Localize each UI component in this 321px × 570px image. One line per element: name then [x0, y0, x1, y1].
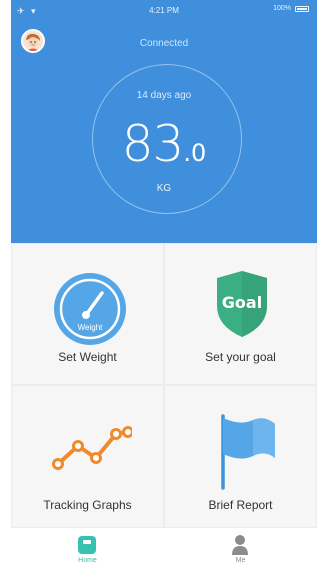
weight-header: ✈ ▾ 4:21 PM 100% Connected 14 days ago 8…	[11, 0, 317, 243]
tab-home[interactable]: Home	[11, 528, 164, 570]
battery-icon	[295, 5, 309, 12]
brief-report-label: Brief Report	[208, 498, 273, 512]
person-icon	[232, 535, 248, 555]
weight-reading: 83.0	[11, 115, 317, 173]
set-goal-tile[interactable]: Goal Set your goal	[164, 243, 317, 385]
set-weight-label: Set Weight	[58, 350, 117, 364]
line-graph-icon	[52, 426, 132, 470]
set-goal-label: Set your goal	[205, 350, 276, 364]
flag-icon	[221, 414, 275, 490]
gauge-label: Weight	[78, 323, 104, 332]
status-battery: 100%	[273, 5, 309, 12]
gauge-icon: Weight	[54, 273, 126, 345]
feature-grid: Weight Set Weight Goal Set your goal Tra…	[11, 243, 317, 528]
tab-me-label: Me	[235, 557, 246, 564]
tracking-graphs-tile[interactable]: Tracking Graphs	[11, 385, 164, 528]
connection-status: Connected	[139, 38, 189, 49]
brief-report-tile[interactable]: Brief Report	[164, 385, 317, 528]
status-time: 4:21 PM	[149, 6, 179, 15]
tab-bar: Home Me	[11, 528, 317, 570]
weight-decimal: .0	[183, 139, 207, 167]
set-weight-tile[interactable]: Weight Set Weight	[11, 243, 164, 385]
tab-home-label: Home	[78, 557, 97, 564]
tab-me[interactable]: Me	[164, 528, 317, 570]
weight-integer: 83	[121, 115, 185, 173]
tracking-graphs-label: Tracking Graphs	[43, 498, 132, 512]
status-bar: ✈ ▾ 4:21 PM 100%	[11, 0, 317, 20]
goal-label: Goal	[222, 293, 262, 312]
last-measured-text: 14 days ago	[136, 90, 192, 101]
goal-shield-icon: Goal	[217, 271, 267, 337]
battery-percentage: 100%	[273, 5, 291, 12]
scale-icon	[78, 536, 96, 554]
weight-unit: KG	[156, 183, 172, 194]
